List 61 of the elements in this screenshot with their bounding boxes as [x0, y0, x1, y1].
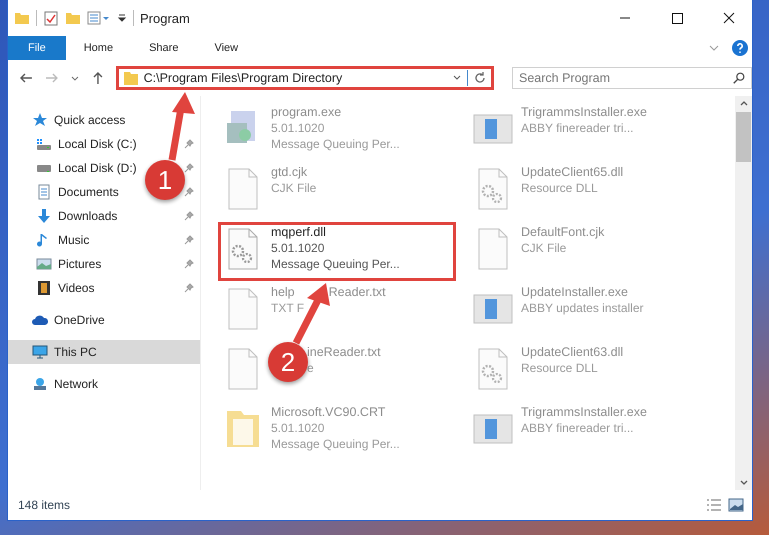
nav-item[interactable]: Pictures: [8, 252, 200, 276]
file-detail: e: [307, 361, 315, 375]
address-bar[interactable]: C:\Program Files\Program Directory: [116, 66, 494, 90]
nav-item[interactable]: Network: [8, 372, 200, 396]
nav-item[interactable]: This PC: [8, 340, 200, 364]
search-field[interactable]: Search Program: [512, 67, 752, 89]
details-view-icon[interactable]: [706, 498, 722, 512]
file-name[interactable]: mqperf.dll: [271, 225, 400, 239]
ribbon-tab[interactable]: Share: [131, 36, 196, 60]
pin-icon[interactable]: [184, 187, 194, 197]
scrollbar[interactable]: [735, 96, 752, 490]
scrollbar-thumb[interactable]: [736, 112, 751, 162]
file-detail: 5.01.1020: [271, 121, 326, 135]
file-detail: CJK File: [521, 241, 568, 255]
file-detail: ABBY updates installer: [521, 301, 644, 315]
search-icon[interactable]: [732, 71, 746, 85]
nav-item[interactable]: Videos: [8, 276, 200, 300]
annotation-arrow: [292, 283, 330, 345]
nav-item[interactable]: Quick access: [8, 108, 200, 132]
file-detail: 5.01.1020: [271, 421, 326, 435]
pin-icon[interactable]: [184, 211, 194, 221]
help-icon[interactable]: [732, 40, 748, 56]
ribbon-tab[interactable]: Home: [66, 36, 132, 60]
nav-item[interactable]: Music: [8, 228, 200, 252]
film-icon: [36, 280, 52, 296]
file-detail: TXT F: [271, 301, 306, 315]
large-icons-view-icon[interactable]: [728, 498, 744, 512]
address-path: C:\Program Files\Program Directory: [144, 71, 344, 85]
file-detail: Resource DLL: [521, 181, 599, 195]
file-detail: Message Queuing Per...: [271, 137, 400, 151]
window-title: Program: [140, 10, 190, 26]
pin-icon[interactable]: [184, 235, 194, 245]
pin-icon[interactable]: [184, 259, 194, 269]
customize-toolbar-icon[interactable]: [117, 13, 127, 23]
properties-dropdown-icon[interactable]: [87, 10, 111, 26]
nav-item[interactable]: Local Disk (C:): [8, 132, 200, 156]
nav-item[interactable]: Downloads: [8, 204, 200, 228]
pin-icon[interactable]: [184, 139, 194, 149]
file-detail: Resource DLL: [521, 361, 599, 375]
file-detail: ABBY finereader tri...: [521, 421, 634, 435]
annotation-arrow: [168, 92, 195, 161]
nav-item[interactable]: OneDrive: [8, 308, 200, 332]
item-count: 148 items: [18, 498, 70, 512]
ribbon-tab[interactable]: File: [8, 36, 66, 60]
ribbon-tab[interactable]: View: [196, 36, 256, 60]
monitor-icon: [32, 344, 48, 360]
drive-icon: [36, 136, 52, 152]
folder-icon: [122, 70, 139, 86]
pin-icon[interactable]: [184, 283, 194, 293]
file-detail: Message Queuing Per...: [271, 437, 400, 451]
file-detail: Message Queuing Per...: [271, 257, 400, 271]
document-icon: [36, 184, 52, 200]
star-icon: [32, 112, 48, 128]
picture-icon: [36, 256, 52, 272]
down-arrow-icon: [36, 208, 52, 224]
network-icon: [32, 376, 48, 392]
file-detail: ABBY finereader tri...: [521, 121, 634, 135]
file-detail: 5.01.1020: [271, 241, 326, 255]
checklist-icon[interactable]: [43, 10, 59, 26]
file-detail: CJK File: [271, 181, 316, 195]
pin-icon[interactable]: [184, 163, 194, 173]
